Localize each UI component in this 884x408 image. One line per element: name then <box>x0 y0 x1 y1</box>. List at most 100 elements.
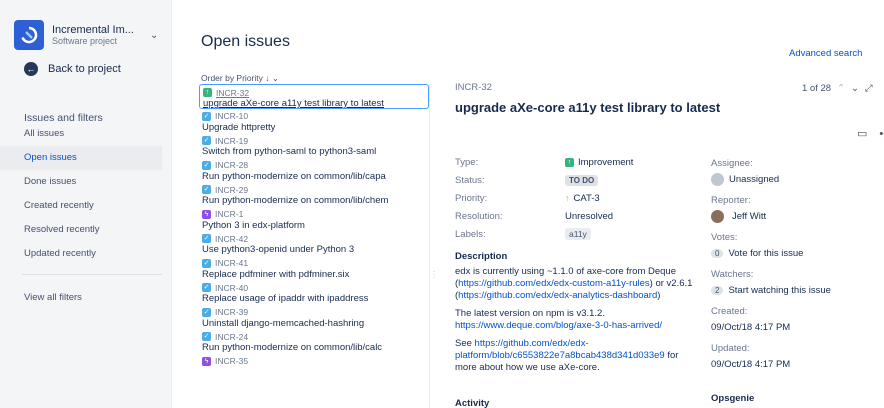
issue-position: 1 of 28 <box>802 83 832 94</box>
chevron-down-icon[interactable]: ⌄ <box>150 30 158 41</box>
sidebar-item-resolved-recently[interactable]: Resolved recently <box>0 218 162 242</box>
sidebar-item-open-issues[interactable]: Open issues <box>0 146 162 170</box>
page-title: Open issues <box>201 33 290 50</box>
back-to-project-link[interactable]: ← Back to project <box>24 62 121 76</box>
task-icon: ✓ <box>202 332 211 341</box>
issue-summary: Run python-modernize on common/lib/chem <box>202 195 389 206</box>
field-status: Status: TO DO <box>455 171 705 189</box>
activity-heading: Activity <box>455 398 490 408</box>
epic-icon: ϟ <box>202 356 211 366</box>
list-item[interactable]: ✓ INCR-10 Upgrade httpretty <box>199 109 429 134</box>
issue-list: ↑ INCR-32 upgrade aXe-core a11y test libra… <box>199 84 430 408</box>
created-value: 09/Oct/18 4:17 PM <box>711 321 791 333</box>
issue-navigation: 1 of 28 ⌃ ⌄ ⤢ <box>796 83 873 94</box>
issue-actions: ▭ ••• <box>845 127 884 141</box>
back-to-project-label: Back to project <box>48 63 121 75</box>
field-label: Resolution: <box>455 210 503 222</box>
field-value[interactable]: TO DO <box>565 174 599 186</box>
feedback-icon[interactable]: ▭ <box>857 127 867 140</box>
priority-arrow-icon: ↑ <box>565 193 570 203</box>
field-label: Status: <box>455 174 485 186</box>
sidebar-item-created-recently[interactable]: Created recently <box>0 194 162 218</box>
issue-key: INCR-10 <box>215 111 249 121</box>
reporter-value: Jeff Witt <box>732 210 767 222</box>
field-label: Priority: <box>455 192 488 204</box>
improvement-icon: ↑ <box>203 88 212 97</box>
filter-list: All issues Open issues Done issues Created … <box>0 122 162 266</box>
task-icon: ✓ <box>202 258 211 268</box>
list-item[interactable]: ✓ INCR-40 Replace usage of ipaddr with ipa… <box>199 280 429 305</box>
list-item[interactable]: ✓ INCR-39 Uninstall django-memcached-hashr… <box>199 305 429 330</box>
back-arrow-icon: ← <box>24 62 38 76</box>
chevron-up-icon[interactable]: ⌃ <box>837 83 845 94</box>
watch-button[interactable]: 2 Start watching this issue <box>711 282 881 298</box>
issue-summary: Upgrade httpretty <box>202 121 276 133</box>
sidebar-item-updated-recently[interactable]: Updated recently <box>0 242 162 266</box>
list-item[interactable]: ✓ INCR-28 Run python-modernize on common/l… <box>199 158 429 183</box>
list-item[interactable]: ↑ INCR-32 upgrade aXe-core a11y test libra… <box>199 84 429 109</box>
description-link[interactable]: https://www.deque.com/blog/axe-3-0-has-a… <box>455 320 662 331</box>
label-tag[interactable]: a11y <box>565 228 591 240</box>
chevron-down-icon[interactable]: ⌄ <box>851 83 859 94</box>
assignee-label: Assignee: <box>711 158 753 169</box>
watchers-count: 2 <box>711 285 724 295</box>
issue-key: INCR-1 <box>215 209 244 219</box>
list-item[interactable]: ✓ INCR-19 Switch from python-saml to pytho… <box>199 133 429 158</box>
assignee-value: Unassigned <box>729 173 780 185</box>
advanced-search-link[interactable]: Advanced search <box>789 48 862 59</box>
issue-key: INCR-39 <box>215 307 249 317</box>
assignee-field[interactable]: Unassigned <box>711 171 881 187</box>
divider <box>22 274 162 275</box>
sidebar-item-done-issues[interactable]: Done issues <box>0 170 162 194</box>
issue-summary: Run python-modernize on common/lib/capa <box>202 170 386 182</box>
project-switcher[interactable]: Incremental Im... Software project ⌄ <box>14 18 160 52</box>
resize-handle-icon[interactable]: ⋮ <box>430 270 438 279</box>
votes-label: Votes: <box>711 232 738 243</box>
watch-label: Start watching this issue <box>728 284 831 296</box>
field-value[interactable]: ↑ Improvement <box>565 157 633 168</box>
expand-icon[interactable]: ⤢ <box>865 83 873 94</box>
issue-key[interactable]: INCR-32 <box>455 82 492 93</box>
description-text: ) <box>657 290 661 301</box>
issue-key: INCR-32 <box>216 87 250 98</box>
field-type: Type: ↑ Improvement <box>455 153 705 171</box>
issue-summary: Replace usage of ipaddr with ipaddress <box>202 293 369 304</box>
field-priority: Priority: ↑ CAT-3 <box>455 189 705 207</box>
description-link[interactable]: https://github.com/edx/edx-platform/blob… <box>455 338 665 361</box>
more-icon[interactable]: ••• <box>879 128 884 140</box>
list-item[interactable]: ✓ INCR-29 Run python-modernize on common/l… <box>199 182 429 207</box>
task-icon: ✓ <box>202 136 211 145</box>
description-link[interactable]: https://github.com/edx/edx-analytics-das… <box>458 290 657 301</box>
issue-fields: Type: ↑ Improvement Status: TO DO Priori… <box>455 153 705 243</box>
order-by-dropdown[interactable]: Order by Priority ↓ ⌄ <box>201 73 279 84</box>
improvement-icon: ↑ <box>565 157 574 167</box>
issue-key: INCR-41 <box>215 258 249 268</box>
sidebar: Incremental Im... Software project ⌄ ← B… <box>0 0 172 408</box>
issue-summary: Switch from python-saml to python3-saml <box>202 146 377 157</box>
description-text: See <box>455 338 475 349</box>
people-and-dates: Assignee: Unassigned Reporter: Jeff Witt… <box>711 157 881 379</box>
list-item[interactable]: ✓ INCR-42 Use python3-openid under Python … <box>199 231 429 256</box>
description: edx is currently using ~1.1.0 of axe-cor… <box>455 266 695 380</box>
list-item[interactable]: ✓ INCR-24 Run python-modernize on common/l… <box>199 329 429 354</box>
issue-summary: Replace pdfminer with pdfminer.six <box>202 268 350 280</box>
field-value[interactable]: ↑ CAT-3 <box>565 193 600 204</box>
description-text: The latest version on npm is v3.1.2. <box>455 308 605 319</box>
reporter-field[interactable]: Jeff Witt <box>711 208 881 224</box>
sidebar-item-all-issues[interactable]: All issues <box>0 122 162 146</box>
list-item[interactable]: ϟ INCR-35 <box>199 354 429 379</box>
issue-summary: Uninstall django-memcached-hashring <box>202 317 365 329</box>
view-all-filters-link[interactable]: View all filters <box>24 292 82 303</box>
list-item[interactable]: ✓ INCR-41 Replace pdfminer with pdfminer.s… <box>199 256 429 281</box>
issue-summary: Use python3-openid under Python 3 <box>202 244 355 255</box>
description-link[interactable]: https://github.com/edx/edx-custom-a11y-r… <box>458 278 650 289</box>
field-resolution: Resolution: Unresolved <box>455 207 705 225</box>
issue-title: upgrade aXe-core a11y test library to la… <box>455 100 721 115</box>
issue-summary: Run python-modernize on common/lib/calc <box>202 342 383 353</box>
list-item[interactable]: ϟ INCR-1 Python 3 in edx-platform <box>199 207 429 232</box>
avatar <box>711 209 724 223</box>
project-avatar-icon <box>14 20 44 50</box>
vote-button[interactable]: 0 Vote for this issue <box>711 245 881 261</box>
field-value: a11y <box>565 228 591 240</box>
votes-count: 0 <box>711 248 724 258</box>
